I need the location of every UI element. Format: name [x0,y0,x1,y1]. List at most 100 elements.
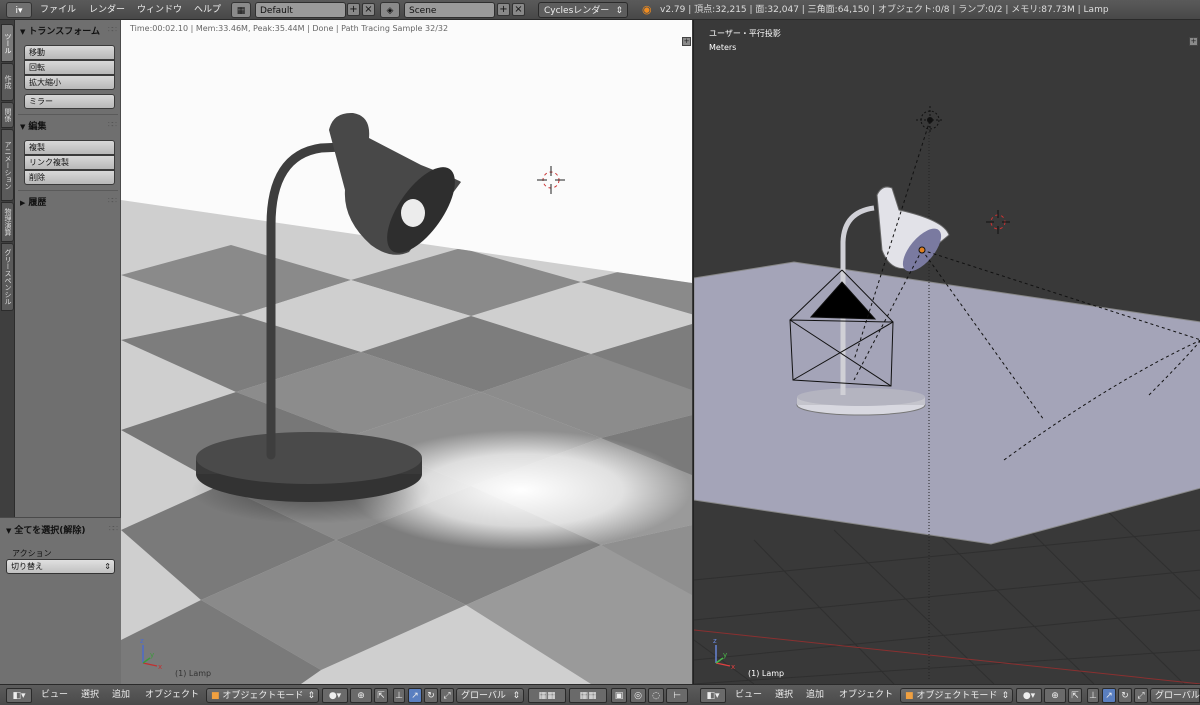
solid-viewport[interactable]: z x y ユーザー・平行投影 Meters + (1) Lamp [693,20,1200,684]
action-label: アクション [12,549,52,558]
menu-render[interactable]: レンダー [89,2,125,18]
layer-grid-a-icon[interactable]: ▦▦ [528,688,566,703]
viewport-split-icon[interactable]: + [682,37,691,46]
chevron-updown-icon: ⇕ [1001,691,1009,701]
tab-relations[interactable]: 関係 [1,102,14,128]
axis-gizmo-icon: z x y [713,637,735,671]
transform-orientation-dropdown[interactable]: グローバル [1150,688,1200,703]
panel-grip-icon[interactable]: ∷∷ [109,524,118,533]
chevron-updown-icon: ⇕ [615,6,623,16]
rotate-button[interactable]: 回転 [24,60,115,75]
remove-scene-icon[interactable]: × [512,3,525,16]
chevron-updown-icon: ⇕ [104,562,111,571]
panel-history-header[interactable]: ▶ 履歴 [20,195,46,208]
delete-button[interactable]: 削除 [24,170,115,185]
scene-field[interactable]: Scene [404,2,495,18]
menu-object[interactable]: オブジェクト [145,688,199,703]
cube-icon: ■ [211,691,220,701]
floor-plane [694,261,1200,545]
interaction-mode-dropdown[interactable]: ■ オブジェクトモード ⇕ [900,688,1013,703]
scale-manipulator-icon[interactable]: ⤢ [1134,688,1148,703]
menu-select[interactable]: 選択 [775,688,793,703]
render-engine-dropdown[interactable]: Cyclesレンダー ⇕ [538,2,628,18]
scene-statistics: v2.79 | 頂点:32,215 | 面:32,047 | 三角面:64,15… [660,5,1109,15]
mirror-button[interactable]: ミラー [24,94,115,109]
action-dropdown[interactable]: 切り替え ⇕ [6,559,115,574]
snap-icon[interactable]: ⊢ [666,688,688,703]
lamp-origin-icon [918,246,926,254]
operator-panel-header[interactable]: ▼ 全てを選択(解除) [6,523,85,536]
editor-type-info-icon[interactable]: i▾ [6,2,32,18]
tab-animation[interactable]: アニメーション [1,129,14,201]
scale-button[interactable]: 拡大縮小 [24,75,115,90]
axis-y-label: y [150,651,154,659]
chevron-updown-icon: ⇕ [307,691,315,701]
axis-z-label: z [140,637,144,645]
menu-view[interactable]: ビュー [735,688,762,703]
menu-select[interactable]: 選択 [81,688,99,703]
tab-grease-pencil[interactable]: グリースペンシル [1,243,14,311]
editor-type-3d-view-icon[interactable]: ◧▾ [6,688,32,703]
add-scene-icon[interactable]: + [497,3,510,16]
axis-manipulator-icon[interactable]: ⊥ [1087,688,1099,703]
duplicate-button[interactable]: 複製 [24,140,115,155]
scale-manipulator-icon[interactable]: ⤢ [440,688,454,703]
rotate-manipulator-icon[interactable]: ↻ [424,688,438,703]
axis-manipulator-icon[interactable]: ⊥ [393,688,405,703]
panel-transform-header[interactable]: ▼ トランスフォーム [20,24,100,37]
tab-physics[interactable]: 物理演算 [1,202,14,242]
manipulator-toggle-icon[interactable]: ⇱ [374,688,388,703]
axis-x-label: x [731,663,735,671]
proportional-edit-icon[interactable]: ◌ [648,688,664,703]
panel-grip-icon[interactable]: ∷∷ [108,25,117,34]
panel-grip-icon[interactable]: ∷∷ [108,120,117,129]
viewport-header-bar: ◧▾ ビュー 選択 追加 オブジェクト ■ オブジェクトモード ⇕ ●▾ ⊕ ⇱… [0,684,1200,705]
rotate-manipulator-icon[interactable]: ↻ [1118,688,1132,703]
duplicate-linked-button[interactable]: リンク複製 [24,155,115,170]
axis-y-label: y [723,651,727,659]
solid-scene: z x y [694,106,1200,684]
panel-grip-icon[interactable]: ∷∷ [108,196,117,205]
viewport-shading-icon[interactable]: ●▾ [322,688,348,703]
add-layout-icon[interactable]: + [347,3,360,16]
remove-layout-icon[interactable]: × [362,3,375,16]
scene-icon[interactable]: ◈ [380,2,400,18]
editor-type-3d-view-icon[interactable]: ◧▾ [700,688,726,703]
render-region-icon[interactable]: ◎ [630,688,646,703]
layer-grid-b-icon[interactable]: ▦▦ [569,688,607,703]
menu-view[interactable]: ビュー [41,688,68,703]
menu-help[interactable]: ヘルプ [194,2,221,18]
tab-create[interactable]: 作成 [1,63,14,101]
tab-tools[interactable]: ツール [1,24,14,62]
grid-units: Meters [709,43,737,52]
menu-window[interactable]: ウィンドウ [137,2,182,18]
blender-logo-icon: ◉ [642,3,652,16]
active-object-label: (1) Lamp [175,669,212,678]
manipulator-toggle-icon[interactable]: ⇱ [1068,688,1082,703]
sun-lamp-icon [916,106,944,134]
screen-layout-field[interactable]: Default [255,2,346,18]
menu-object[interactable]: オブジェクト [839,688,893,703]
view-name: ユーザー・平行投影 [709,29,781,38]
interaction-mode-dropdown[interactable]: ■ オブジェクトモード ⇕ [206,688,319,703]
menu-add[interactable]: 追加 [112,688,130,703]
screen-layout-icon[interactable]: ▦ [231,2,251,18]
translate-manipulator-icon[interactable]: ↗ [408,688,422,703]
rendered-viewport[interactable]: z x y Time:00:02.10 | Mem:33.46M, Peak:3… [121,20,692,684]
menu-file[interactable]: ファイル [40,2,76,18]
pivot-point-icon[interactable]: ⊕ [350,688,372,703]
lock-camera-icon[interactable]: ▣ [611,688,627,703]
transform-orientation-dropdown[interactable]: グローバル ⇕ [456,688,524,703]
panel-edit-header[interactable]: ▼ 編集 [20,119,46,132]
pivot-point-icon[interactable]: ⊕ [1044,688,1066,703]
translate-manipulator-icon[interactable]: ↗ [1102,688,1116,703]
triangle-down-icon: ▼ [20,28,26,36]
cube-icon: ■ [905,691,914,701]
triangle-right-icon: ▶ [20,199,26,207]
triangle-down-icon: ▼ [20,123,26,131]
viewport-split-icon[interactable]: + [1189,37,1198,46]
axis-x-label: x [158,663,162,671]
menu-add[interactable]: 追加 [806,688,824,703]
viewport-shading-icon[interactable]: ●▾ [1016,688,1042,703]
translate-button[interactable]: 移動 [24,45,115,60]
